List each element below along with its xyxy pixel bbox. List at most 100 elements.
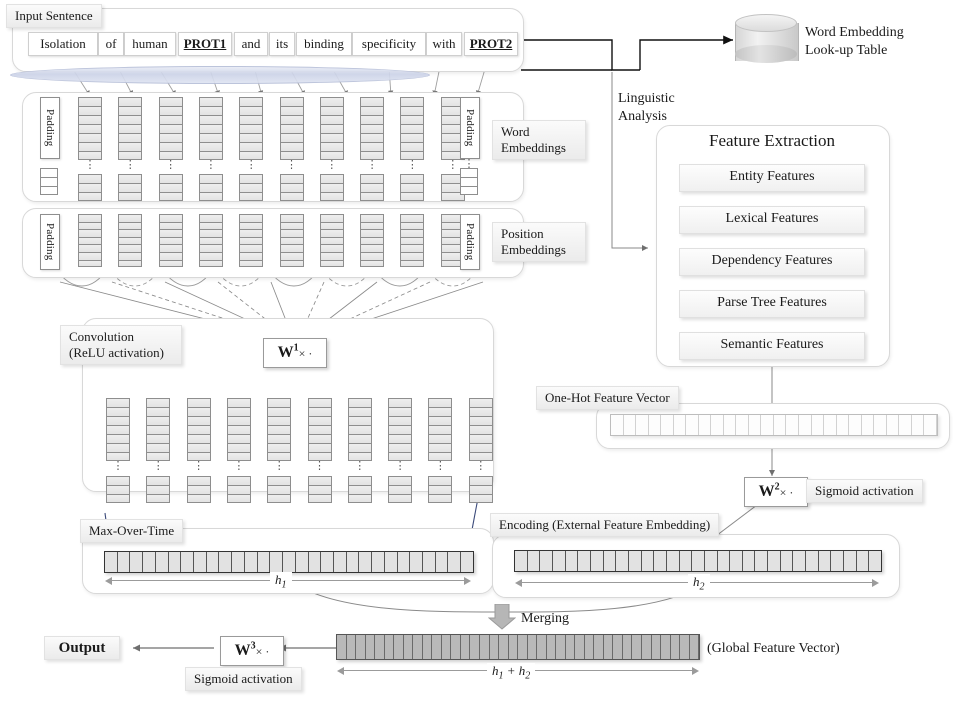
vector-cell <box>578 551 591 571</box>
embedding-cell <box>279 97 304 106</box>
embedding-cell <box>146 476 171 485</box>
vector-cell <box>819 551 832 571</box>
embedding-cell <box>388 407 413 416</box>
embedding-cell <box>319 106 344 115</box>
vector-cell <box>490 635 500 659</box>
output-box: Output <box>44 636 120 660</box>
position-embedding-padding-left-text: Padding <box>44 223 56 261</box>
word-embedding-padding-left-text: Padding <box>44 109 56 147</box>
embedding-cell <box>186 398 211 407</box>
embedding-cell <box>400 229 425 237</box>
embedding-cell <box>319 259 344 268</box>
embedding-cell <box>319 97 344 106</box>
embedding-cell <box>307 485 332 494</box>
embedding-cell <box>279 214 304 222</box>
embedding-cell <box>239 97 264 106</box>
conv-col-1-dots: ⋮ <box>152 460 164 472</box>
vector-cell <box>423 635 433 659</box>
embedding-cell <box>158 244 183 252</box>
vector-cell <box>887 415 900 435</box>
embedding-cell <box>347 425 372 434</box>
vector-cell <box>781 551 794 571</box>
word-embedding-col-3-bottom <box>198 174 223 201</box>
word-embedding-col-0-top <box>78 97 102 160</box>
position-embedding-padding-right: Padding <box>460 214 480 270</box>
embedding-cell <box>226 485 251 494</box>
embedding-cell <box>198 124 223 133</box>
word-embedding-col-2-bottom <box>158 174 183 201</box>
embedding-cell <box>198 115 223 124</box>
word-embedding-col-1-dots: ⋮ <box>124 159 136 171</box>
global-measure-arrow-right <box>692 667 699 675</box>
embedding-cell <box>360 174 385 183</box>
embedding-cell <box>78 124 102 133</box>
vector-cell <box>518 635 528 659</box>
embedding-cell <box>468 407 493 416</box>
vector-cell <box>385 635 395 659</box>
conv-col-9-dots: ⋮ <box>475 460 487 472</box>
vector-cell <box>410 552 423 572</box>
conv-col-0-dots: ⋮ <box>112 460 124 472</box>
embedding-cell <box>307 443 332 452</box>
conv-col-4-bottom <box>267 476 292 503</box>
conv-col-6-bottom <box>347 476 372 503</box>
conv-col-9-bottom <box>468 476 493 503</box>
conv-col-7-top <box>388 398 413 461</box>
position-embedding-padding-left: Padding <box>40 214 60 270</box>
embedding-cell <box>158 174 183 183</box>
vector-cell <box>321 552 334 572</box>
merging-arrow-icon <box>487 603 517 630</box>
embedding-cell <box>428 476 453 485</box>
embedding-cell <box>239 236 264 245</box>
embedding-cell <box>198 174 223 183</box>
word-embedding-col-3-dots: ⋮ <box>205 159 217 171</box>
vector-cell <box>194 552 207 572</box>
embedding-cell <box>106 398 130 407</box>
vector-cell <box>347 552 360 572</box>
embedding-cell <box>388 434 413 443</box>
vector-cell <box>674 415 687 435</box>
w2-tail: × · <box>779 485 794 500</box>
vector-cell <box>718 551 731 571</box>
w3-base: W <box>234 642 251 660</box>
embedding-cell <box>78 133 102 142</box>
vector-cell <box>591 551 604 571</box>
vector-cell <box>711 415 724 435</box>
embedding-cell <box>226 443 251 452</box>
embedding-cell <box>279 115 304 124</box>
vector-cell <box>385 552 398 572</box>
vector-cell <box>654 551 667 571</box>
w3-tail: × · <box>255 644 270 659</box>
global-size-label: h1 + h2 <box>487 663 536 682</box>
embedding-cell <box>468 398 493 407</box>
embedding-cell <box>279 229 304 237</box>
embedding-cell <box>279 259 304 268</box>
embedding-cell <box>78 192 102 201</box>
conv-col-7-bottom <box>388 476 413 503</box>
conv-col-5-top <box>307 398 332 461</box>
embedding-cell <box>267 476 292 485</box>
embedding-cell <box>267 398 292 407</box>
vector-cell <box>347 635 357 659</box>
embedding-cell <box>158 221 183 230</box>
embedding-cell <box>279 174 304 183</box>
conv-col-0-top <box>106 398 130 461</box>
embedding-cell <box>118 106 143 115</box>
embedding-cell <box>146 434 171 443</box>
embedding-cell <box>146 485 171 494</box>
merging-label: Merging <box>521 610 569 628</box>
vector-cell <box>869 551 881 571</box>
embedding-cell <box>267 485 292 494</box>
embedding-cell <box>118 251 143 260</box>
w3-activation-label: Sigmoid activation <box>185 667 302 691</box>
vector-cell <box>661 415 674 435</box>
embedding-cell <box>158 124 183 133</box>
embedding-cell <box>186 443 211 452</box>
embedding-cell <box>360 133 385 142</box>
embedding-cell <box>198 229 223 237</box>
embedding-cell <box>388 443 413 452</box>
vector-cell <box>786 415 799 435</box>
embedding-cell <box>279 106 304 115</box>
embedding-cell <box>428 407 453 416</box>
vector-cell <box>724 415 737 435</box>
